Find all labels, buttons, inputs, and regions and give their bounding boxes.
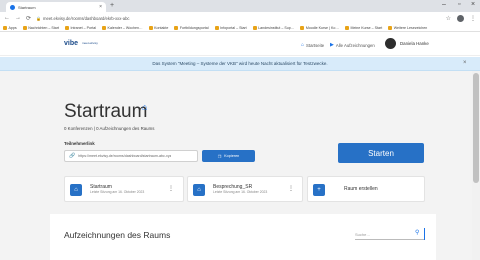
bookmark-icon bbox=[174, 25, 179, 30]
bookmark-label: Meine Kurse – Start bbox=[350, 25, 383, 30]
copy-icon: ❐ bbox=[217, 154, 222, 159]
bookmark-label: Kalender – Wochen… bbox=[107, 25, 143, 30]
copy-link-button[interactable]: ❐ Kopieren bbox=[202, 150, 255, 162]
nav-rooms-label: Startseite bbox=[306, 42, 325, 48]
app-logo-subtitle: meet.ekvisy bbox=[82, 41, 98, 45]
nav-rooms[interactable]: ⌂ Startseite bbox=[301, 42, 324, 48]
bookmark-icon bbox=[214, 25, 219, 30]
app-logo[interactable]: vibe bbox=[64, 40, 78, 47]
bookmark-label: Fortbildungsportal bbox=[179, 25, 209, 30]
app-header: vibe meet.ekvisy ⌂ Startseite ▶ Alle Auf… bbox=[0, 33, 480, 56]
favicon-icon bbox=[10, 4, 15, 10]
search-input[interactable] bbox=[355, 229, 411, 239]
recordings-title: Aufzeichnungen des Raums bbox=[64, 230, 171, 240]
room-card-subtitle: Letzte Sitzung am 16. Oktober 2023 bbox=[213, 190, 268, 194]
bookmark-label: Nachrichten – Start bbox=[28, 25, 59, 30]
create-room-label: Raum erstellen bbox=[344, 186, 378, 192]
room-meta: 0 Konferenzen | 0 Aufzeichnungen des Rau… bbox=[64, 126, 155, 131]
bookmark-label: Infoportal – Start bbox=[220, 25, 247, 30]
start-button[interactable]: Starten bbox=[338, 143, 424, 163]
bookmark-item[interactable]: Intranet – Portal bbox=[64, 25, 97, 30]
notice-text: Das System "Meeting – Systeme der VKB" w… bbox=[152, 61, 328, 66]
notice-close-icon[interactable]: × bbox=[463, 60, 467, 66]
scrollbar-thumb[interactable] bbox=[473, 73, 479, 183]
nav-recordings[interactable]: ▶ Alle Aufzeichnungen bbox=[330, 42, 375, 48]
link-icon: 🔗 bbox=[69, 153, 76, 159]
browser-tab[interactable]: Startraum × bbox=[6, 2, 106, 12]
address-bar[interactable]: 🔒 meet.ekvisy.de/rooms/dashboard/ekrb-xx… bbox=[36, 16, 441, 21]
address-bar-row: ← → ⟳ 🔒 meet.ekvisy.de/rooms/dashboard/e… bbox=[0, 12, 480, 24]
lock-icon: 🔒 bbox=[36, 15, 42, 21]
video-nav-icon: ▶ bbox=[330, 42, 334, 48]
room-card-menu-icon[interactable]: ⋮ bbox=[168, 185, 174, 192]
bookmark-icon bbox=[388, 25, 393, 30]
window-close-icon[interactable]: × bbox=[471, 1, 475, 8]
home-icon: ⌂ bbox=[142, 102, 148, 112]
room-card-menu-icon[interactable]: ⋮ bbox=[288, 185, 294, 192]
new-tab-button[interactable]: + bbox=[110, 2, 114, 9]
bookmark-item[interactable]: Apps bbox=[3, 25, 17, 30]
bookmark-label: Kontakte bbox=[154, 25, 169, 30]
bookmark-item[interactable]: Moodle Kurse | Ko… bbox=[300, 25, 339, 30]
bookmark-item[interactable]: Infoportal – Start bbox=[214, 25, 247, 30]
bookmark-label: Landesinstitut – Sup… bbox=[258, 25, 295, 30]
bookmark-icon bbox=[344, 25, 349, 30]
page-title: Startraum bbox=[64, 101, 148, 122]
bookmark-label: Apps bbox=[8, 25, 17, 30]
bookmark-item[interactable]: Weitere Lesezeichen bbox=[388, 25, 428, 30]
room-home-icon: ⌂ bbox=[70, 184, 82, 196]
reload-icon[interactable]: ⟳ bbox=[26, 15, 31, 22]
bookmark-icon bbox=[64, 25, 69, 30]
bookmark-icon bbox=[252, 25, 257, 30]
search-divider bbox=[424, 228, 425, 240]
user-name: Daniela Hanke bbox=[400, 41, 429, 46]
copy-button-label: Kopieren bbox=[224, 154, 240, 158]
bookmark-item[interactable]: Landesinstitut – Sup… bbox=[252, 25, 295, 30]
bookmark-icon bbox=[148, 25, 153, 30]
user-menu[interactable]: Daniela Hanke bbox=[385, 38, 429, 49]
home-nav-icon: ⌂ bbox=[301, 42, 305, 48]
notice-banner: Das System "Meeting – Systeme der VKB" w… bbox=[0, 57, 480, 71]
browser-tab-bar: Startraum × + – ▫ × bbox=[0, 0, 480, 12]
bookmark-item[interactable]: Fortbildungsportal bbox=[174, 25, 209, 30]
bookmark-item[interactable]: Kontakte bbox=[148, 25, 169, 30]
nav-recordings-label: Alle Aufzeichnungen bbox=[335, 42, 375, 48]
participant-link-field[interactable]: 🔗 https://meet.ekvisy.de/rooms/dashboard… bbox=[64, 150, 198, 162]
tab-close-icon[interactable]: × bbox=[99, 4, 102, 10]
participant-link-label: Teilnehmerlink bbox=[64, 141, 95, 146]
bookmark-item[interactable]: Kalender – Wochen… bbox=[102, 25, 143, 30]
bookmarks-bar: Apps Nachrichten – Start Intranet – Portal… bbox=[0, 24, 480, 32]
bookmark-label: Intranet – Portal bbox=[70, 25, 97, 30]
room-card-subtitle: Letzte Sitzung am 16. Oktober 2023 bbox=[90, 190, 145, 194]
bookmark-icon bbox=[300, 25, 305, 30]
participant-link-text: https://meet.ekvisy.de/rooms/dashboard/s… bbox=[78, 154, 172, 158]
bookmark-label: Moodle Kurse | Ko… bbox=[305, 25, 339, 30]
bookmark-icon bbox=[22, 25, 27, 30]
create-room-card[interactable]: + Raum erstellen bbox=[307, 176, 425, 202]
room-home-icon: ⌂ bbox=[193, 184, 205, 196]
bookmark-label: Weitere Lesezeichen bbox=[393, 25, 428, 30]
search-icon[interactable]: ⚲ bbox=[415, 229, 419, 236]
forward-arrow-icon[interactable]: → bbox=[15, 15, 21, 21]
room-card-startraum[interactable]: ⌂ Startraum Letzte Sitzung am 16. Oktobe… bbox=[64, 176, 184, 202]
tab-title: Startraum bbox=[18, 4, 36, 10]
bookmark-star-icon[interactable]: ☆ bbox=[446, 15, 451, 22]
minimize-icon[interactable]: – bbox=[442, 1, 446, 8]
scrollbar[interactable] bbox=[472, 71, 480, 260]
plus-icon: + bbox=[313, 184, 325, 196]
browser-menu-icon[interactable]: ⋮ bbox=[470, 15, 476, 22]
recordings-search: ⚲ bbox=[355, 228, 425, 240]
back-arrow-icon[interactable]: ← bbox=[4, 15, 10, 21]
room-card-besprechung[interactable]: ⌂ Besprechung_SR Letzte Sitzung am 16. O… bbox=[187, 176, 303, 202]
profile-icon[interactable] bbox=[457, 14, 464, 22]
bookmark-item[interactable]: Nachrichten – Start bbox=[22, 25, 59, 30]
bookmark-icon bbox=[102, 25, 107, 30]
url-text: meet.ekvisy.de/rooms/dashboard/ekrb-xxx-… bbox=[43, 15, 130, 21]
maximize-icon[interactable]: ▫ bbox=[458, 1, 460, 8]
bookmark-item[interactable]: Meine Kurse – Start bbox=[344, 25, 383, 30]
avatar bbox=[385, 38, 396, 49]
bookmark-icon bbox=[3, 25, 7, 30]
